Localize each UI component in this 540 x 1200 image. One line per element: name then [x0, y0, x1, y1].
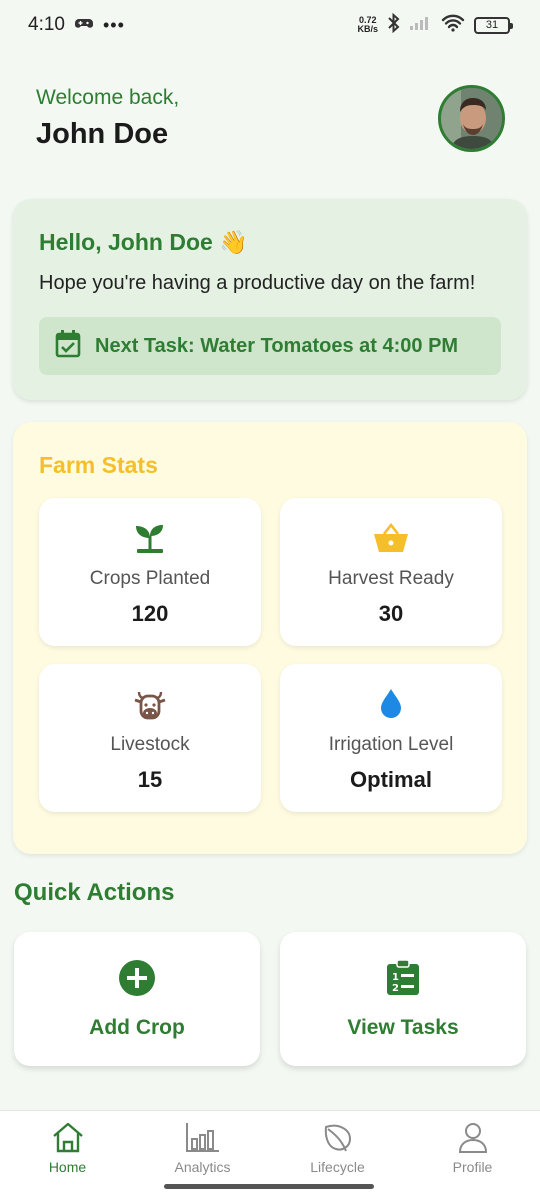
- stat-label: Harvest Ready: [328, 568, 454, 589]
- stat-livestock[interactable]: Livestock 15: [39, 664, 261, 812]
- person-icon: [457, 1121, 489, 1155]
- leaf-icon: [322, 1121, 354, 1155]
- status-time: 4:10: [28, 14, 65, 35]
- greeting-title: Hello, John Doe 👋: [39, 229, 248, 255]
- more-dots-icon: •••: [102, 14, 125, 35]
- view-tasks-label: View Tasks: [347, 1016, 459, 1039]
- clipboard-list-icon: 12: [386, 959, 420, 996]
- battery-icon: 31: [474, 16, 513, 34]
- basket-icon: [373, 522, 409, 556]
- cow-icon: [133, 688, 167, 722]
- stat-crops-planted[interactable]: Crops Planted 120: [39, 498, 261, 646]
- svg-text:2: 2: [392, 983, 399, 994]
- stat-harvest-ready[interactable]: Harvest Ready 30: [280, 498, 502, 646]
- greeting-card: Hello, John Doe 👋 Hope you're having a p…: [13, 199, 527, 400]
- home-indicator[interactable]: [164, 1184, 374, 1189]
- stat-value: 15: [137, 767, 163, 792]
- signal-icon: [410, 15, 432, 36]
- farm-stats-card: Farm Stats Crops Planted 120 Harvest Rea…: [13, 422, 527, 854]
- view-tasks-button[interactable]: 12 View Tasks: [280, 932, 526, 1066]
- greeting-subtitle: Hope you're having a productive day on t…: [39, 272, 476, 294]
- sprout-icon: [133, 522, 167, 556]
- next-task-label: Next Task: Water Tomatoes at 4:00 PM: [95, 334, 459, 357]
- water-drop-icon: [379, 688, 403, 722]
- network-speed: 0.72 KB/s: [357, 15, 378, 34]
- farm-stats-title: Farm Stats: [39, 452, 158, 478]
- user-name: John Doe: [36, 118, 169, 150]
- stat-value: 120: [131, 601, 169, 626]
- svg-text:1: 1: [392, 972, 399, 983]
- wifi-icon: [441, 14, 465, 37]
- nav-lifecycle[interactable]: Lifecycle: [270, 1111, 405, 1191]
- stat-label: Livestock: [110, 734, 190, 755]
- nav-home[interactable]: Home: [0, 1111, 135, 1191]
- nav-label: Profile: [452, 1159, 493, 1175]
- nav-analytics[interactable]: Analytics: [135, 1111, 270, 1191]
- nav-label: Home: [48, 1159, 87, 1175]
- status-bar: 4:10 ••• 0.72 KB/s 31: [0, 0, 540, 50]
- nav-label: Analytics: [174, 1159, 231, 1175]
- stat-irrigation-level[interactable]: Irrigation Level Optimal: [280, 664, 502, 812]
- stat-label: Irrigation Level: [328, 734, 454, 755]
- home-icon: [51, 1121, 85, 1155]
- stat-value: 30: [378, 601, 404, 626]
- next-task-banner[interactable]: Next Task: Water Tomatoes at 4:00 PM: [39, 317, 501, 375]
- welcome-text: Welcome back,: [36, 86, 180, 109]
- stat-value: Optimal: [350, 767, 432, 792]
- nav-profile[interactable]: Profile: [405, 1111, 540, 1191]
- gamepad-icon: [74, 15, 93, 36]
- bar-chart-icon: [185, 1121, 221, 1155]
- nav-label: Lifecycle: [310, 1159, 365, 1175]
- quick-actions-title: Quick Actions: [14, 879, 175, 906]
- calendar-check-icon: [55, 329, 81, 363]
- add-crop-label: Add Crop: [89, 1016, 185, 1039]
- avatar[interactable]: [438, 85, 505, 152]
- stat-label: Crops Planted: [89, 568, 211, 589]
- add-circle-icon: [119, 960, 155, 996]
- bluetooth-icon: [387, 12, 401, 38]
- add-crop-button[interactable]: Add Crop: [14, 932, 260, 1066]
